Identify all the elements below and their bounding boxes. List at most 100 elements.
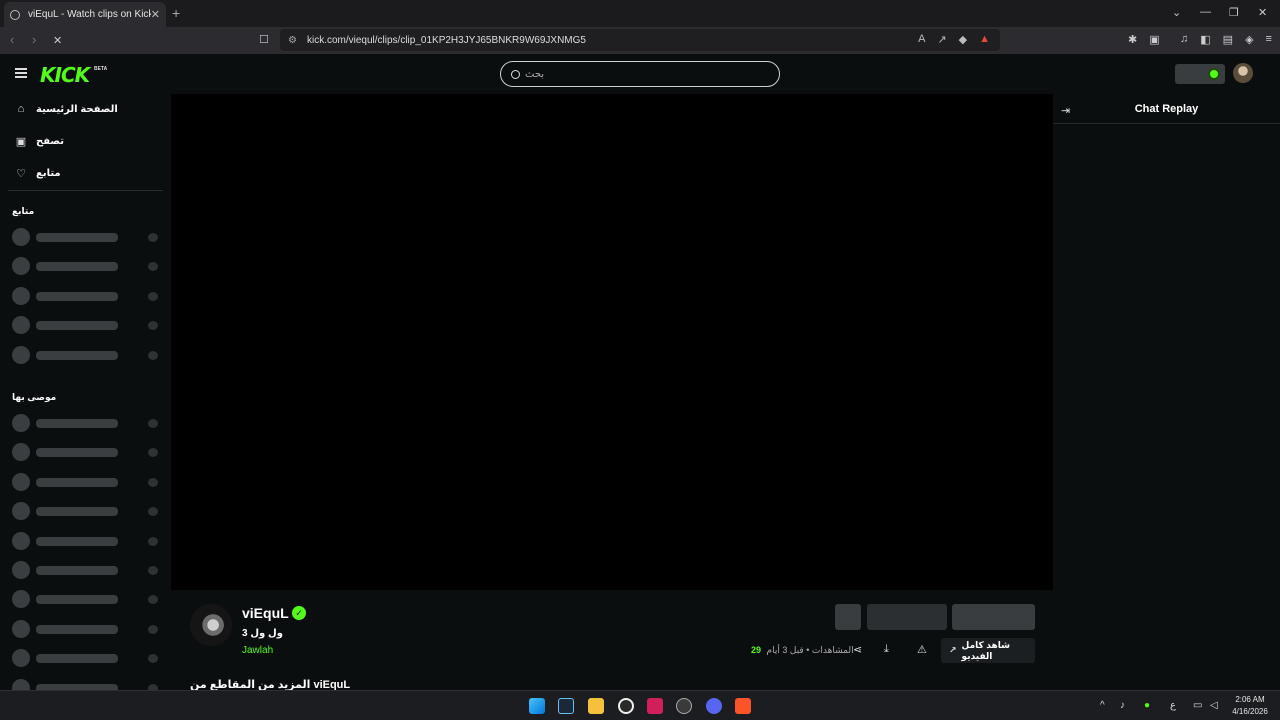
chat-title: Chat Replay	[1134, 103, 1199, 115]
channel-name[interactable]: viEquL	[242, 605, 289, 621]
viewer-placeholder	[148, 291, 158, 301]
clock-time: 2:06 AM	[1235, 695, 1265, 704]
clock-date: 4/16/2026	[1232, 707, 1268, 716]
name-placeholder	[36, 595, 118, 605]
browse-icon: ▣	[15, 136, 27, 148]
url-text: kick.com/viequl/clips/clip_01KP2H3JYJ65B…	[306, 34, 586, 46]
loading-button-placeholder	[835, 604, 861, 630]
sidebar-toggle-icon[interactable]: ◧	[1200, 33, 1210, 46]
vpn-icon[interactable]: ◈	[1245, 33, 1253, 46]
sidebar-item-browse[interactable]: ▣ تصفح	[15, 135, 64, 148]
brave-rewards-icon[interactable]: ▲	[979, 33, 990, 46]
media-icon[interactable]: ♫	[1180, 33, 1188, 46]
name-placeholder	[36, 262, 118, 272]
search-placeholder: بحث	[525, 68, 545, 80]
input-language[interactable]: ع	[1170, 700, 1176, 711]
app-icon[interactable]	[647, 698, 663, 714]
network-icon[interactable]: ▭	[1193, 700, 1202, 711]
tray-overflow-icon[interactable]: ^	[1100, 700, 1105, 711]
browser-tabstrip: viEquL - Watch clips on Kick ✕ + ⌄ — ❐ ✕	[0, 0, 1280, 27]
tab-close-icon[interactable]: ✕	[151, 8, 160, 21]
beta-badge: BETA	[94, 66, 108, 72]
brave-shields-icon[interactable]: ◆	[959, 33, 967, 46]
name-placeholder	[36, 350, 118, 360]
download-icon[interactable]: ⤓	[884, 643, 889, 656]
steam-icon[interactable]	[558, 698, 574, 714]
back-button[interactable]: ‹	[10, 32, 14, 47]
clip-title: ول ول 3	[242, 628, 283, 639]
sidebar-divider	[8, 190, 163, 191]
sidebar: ⌂ الصفحة الرئيسية ▣ تصفح ♡ متابع متابع م…	[0, 94, 170, 697]
screenshot-icon[interactable]: ▣	[1149, 33, 1159, 46]
external-link-icon: ↗	[949, 645, 957, 655]
minimize-button[interactable]: —	[1200, 6, 1211, 18]
category-link[interactable]: Jawlah	[242, 645, 273, 656]
tab-search-chevron-icon[interactable]: ⌄	[1172, 6, 1181, 19]
name-placeholder	[36, 477, 118, 487]
channel-placeholder-row	[12, 257, 160, 276]
translate-icon[interactable]: A	[918, 33, 925, 46]
volume-icon[interactable]: ◁	[1210, 700, 1218, 711]
views-label: المشاهدات	[811, 645, 854, 655]
channel-placeholder-row	[12, 502, 160, 521]
clip-age: قبل 3 أيام	[766, 645, 804, 655]
recommended-section-title: موصى بها	[12, 392, 57, 402]
obs-icon[interactable]	[676, 698, 692, 714]
restore-button[interactable]: ❐	[1229, 6, 1239, 19]
name-placeholder	[36, 419, 118, 428]
viewer-placeholder	[148, 419, 158, 428]
avatar-placeholder	[12, 228, 30, 246]
share-icon[interactable]: ⋖	[853, 643, 862, 656]
search-input[interactable]: بحث	[500, 61, 780, 87]
verified-badge-icon: ✓	[292, 606, 306, 620]
site-header: KICK BETA بحث	[0, 54, 1280, 94]
avatar-placeholder	[12, 561, 30, 579]
name-placeholder	[36, 624, 118, 634]
speaker-icon[interactable]: ♪	[1120, 700, 1125, 711]
video-player[interactable]	[171, 94, 1053, 590]
steelseries-icon[interactable]	[618, 698, 634, 714]
kick-logo[interactable]: KICK	[40, 63, 90, 87]
avatar-placeholder	[12, 286, 30, 305]
viewer-placeholder	[148, 507, 158, 517]
report-icon[interactable]: ⚠	[917, 643, 927, 656]
new-tab-button[interactable]: +	[172, 5, 180, 21]
hamburger-menu-icon[interactable]	[15, 68, 27, 78]
sidebar-item-home[interactable]: ⌂ الصفحة الرئيسية	[15, 103, 118, 115]
header-action-button[interactable]	[1175, 64, 1225, 84]
bookmark-icon[interactable]: ☐	[259, 33, 269, 46]
start-menu-icon[interactable]	[529, 698, 545, 714]
microphone-icon[interactable]: ●	[1144, 700, 1150, 711]
forward-button[interactable]: ›	[32, 32, 36, 47]
wallet-icon[interactable]: ▤	[1223, 33, 1233, 46]
name-placeholder	[36, 566, 118, 575]
brave-browser-icon[interactable]	[735, 698, 751, 714]
discord-icon[interactable]	[706, 698, 722, 714]
channel-avatar[interactable]	[190, 604, 232, 646]
file-explorer-icon[interactable]	[588, 698, 604, 714]
share-icon[interactable]: ↗	[937, 33, 946, 46]
avatar-placeholder	[12, 590, 30, 609]
viewer-placeholder	[148, 233, 158, 242]
loading-button-placeholder	[867, 604, 947, 630]
views-count: 29	[751, 645, 762, 655]
menu-icon[interactable]: ≡	[1266, 33, 1272, 46]
system-clock[interactable]: 2:06 AM 4/16/2026	[1228, 694, 1272, 718]
close-window-button[interactable]: ✕	[1258, 6, 1267, 19]
channel-placeholder-row	[12, 443, 160, 462]
sidebar-item-following[interactable]: ♡ متابع	[15, 167, 61, 180]
watch-full-video-button[interactable]: ↗ شاهد كامل الفيديو	[941, 638, 1035, 663]
home-icon: ⌂	[17, 103, 25, 115]
channel-placeholder-row	[12, 316, 160, 335]
extensions-icon[interactable]: ✱	[1128, 33, 1137, 46]
stop-loading-button[interactable]: ✕	[53, 34, 62, 47]
avatar-placeholder	[12, 502, 30, 521]
name-placeholder	[36, 321, 118, 331]
site-info-icon[interactable]: ⚙	[288, 35, 297, 46]
browser-tab[interactable]: viEquL - Watch clips on Kick ✕	[4, 2, 166, 27]
user-avatar[interactable]	[1233, 63, 1253, 83]
address-bar[interactable]: ⚙ kick.com/viequl/clips/clip_01KP2H3JYJ6…	[280, 29, 1000, 51]
name-placeholder	[36, 507, 118, 517]
channel-placeholder-row	[12, 561, 160, 579]
avatar-placeholder	[12, 345, 30, 364]
